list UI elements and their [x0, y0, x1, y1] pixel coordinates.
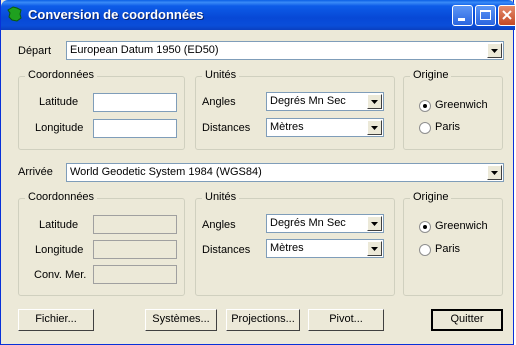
- depart-greenwich-radio[interactable]: [419, 100, 431, 112]
- depart-coords-group: Coordonnées: [18, 69, 185, 150]
- chevron-down-icon: [371, 222, 378, 226]
- depart-longitude-input[interactable]: [93, 119, 177, 138]
- arrivee-latitude-label: Latitude: [39, 219, 79, 231]
- arrivee-greenwich-label[interactable]: Greenwich: [435, 220, 488, 232]
- depart-angles-select[interactable]: Degrés Mn Sec: [266, 92, 384, 111]
- arrivee-datum-dropdown-button[interactable]: [487, 165, 502, 180]
- arrivee-paris-label[interactable]: Paris: [435, 243, 460, 255]
- depart-origin-group: Origine: [403, 69, 503, 150]
- quitter-button[interactable]: Quitter: [431, 309, 503, 331]
- arrivee-distances-value: Mètres: [270, 242, 304, 254]
- arrivee-distances-select[interactable]: Mètres: [266, 239, 384, 258]
- arrivee-distances-label: Distances: [202, 244, 251, 256]
- fichier-button[interactable]: Fichier...: [18, 309, 94, 331]
- arrivee-convmer-label: Conv. Mer.: [34, 269, 87, 281]
- chevron-down-icon: [491, 49, 498, 53]
- minimize-button[interactable]: [452, 5, 473, 26]
- chevron-down-icon: [371, 247, 378, 251]
- arrivee-origin-title: Origine: [410, 191, 452, 203]
- depart-coords-title: Coordonnées: [25, 69, 98, 81]
- arrivee-coords-title: Coordonnées: [25, 191, 98, 203]
- arrivee-longitude-label: Longitude: [35, 244, 84, 256]
- depart-paris-radio[interactable]: [419, 122, 431, 134]
- arrivee-datum-value: World Geodetic System 1984 (WGS84): [70, 166, 262, 178]
- depart-longitude-label: Longitude: [35, 122, 84, 134]
- conversion-window: Conversion de coordonnées Départ Europea…: [0, 0, 515, 345]
- arrivee-angles-value: Degrés Mn Sec: [270, 217, 346, 229]
- pivot-button[interactable]: Pivot...: [308, 309, 384, 331]
- depart-greenwich-label[interactable]: Greenwich: [435, 99, 488, 111]
- depart-datum-value: European Datum 1950 (ED50): [70, 44, 219, 56]
- projections-button[interactable]: Projections...: [226, 309, 300, 331]
- arrivee-latitude-output: [93, 215, 177, 234]
- depart-angles-label: Angles: [202, 96, 236, 108]
- systemes-button[interactable]: Systèmes...: [145, 309, 217, 331]
- chevron-down-icon: [371, 126, 378, 130]
- depart-paris-label[interactable]: Paris: [435, 121, 460, 133]
- chevron-down-icon: [491, 171, 498, 175]
- depart-latitude-label: Latitude: [39, 96, 79, 108]
- arrivee-convmer-output: [93, 265, 177, 284]
- depart-latitude-input[interactable]: [93, 93, 177, 112]
- chevron-down-icon: [371, 100, 378, 104]
- arrivee-angles-select[interactable]: Degrés Mn Sec: [266, 214, 384, 233]
- depart-units-group: Unités: [195, 69, 395, 150]
- maximize-icon: [480, 10, 491, 20]
- arrivee-paris-radio[interactable]: [419, 244, 431, 256]
- close-icon: [502, 10, 512, 20]
- arrivee-distances-dropdown-button[interactable]: [367, 241, 382, 256]
- depart-distances-label: Distances: [202, 122, 251, 134]
- arrivee-label: Arrivée: [18, 166, 53, 178]
- depart-datum-select[interactable]: European Datum 1950 (ED50): [66, 41, 504, 60]
- depart-units-title: Unités: [202, 69, 240, 81]
- arrivee-greenwich-radio[interactable]: [419, 221, 431, 233]
- arrivee-units-title: Unités: [202, 191, 240, 203]
- arrivee-angles-dropdown-button[interactable]: [367, 216, 382, 231]
- depart-distances-value: Mètres: [270, 121, 304, 133]
- close-button[interactable]: [498, 5, 515, 26]
- minimize-icon: [458, 18, 465, 21]
- maximize-button[interactable]: [475, 5, 496, 26]
- france-map-icon: [7, 6, 22, 22]
- depart-origin-title: Origine: [410, 69, 452, 81]
- depart-datum-dropdown-button[interactable]: [487, 43, 502, 58]
- depart-label: Départ: [18, 45, 52, 57]
- title-bar[interactable]: Conversion de coordonnées: [1, 0, 515, 30]
- depart-angles-value: Degrés Mn Sec: [270, 95, 346, 107]
- depart-angles-dropdown-button[interactable]: [367, 94, 382, 109]
- arrivee-angles-label: Angles: [202, 219, 236, 231]
- depart-distances-select[interactable]: Mètres: [266, 118, 384, 137]
- arrivee-longitude-output: [93, 240, 177, 259]
- depart-distances-dropdown-button[interactable]: [367, 120, 382, 135]
- window-title: Conversion de coordonnées: [28, 7, 204, 22]
- arrivee-datum-select[interactable]: World Geodetic System 1984 (WGS84): [66, 163, 504, 182]
